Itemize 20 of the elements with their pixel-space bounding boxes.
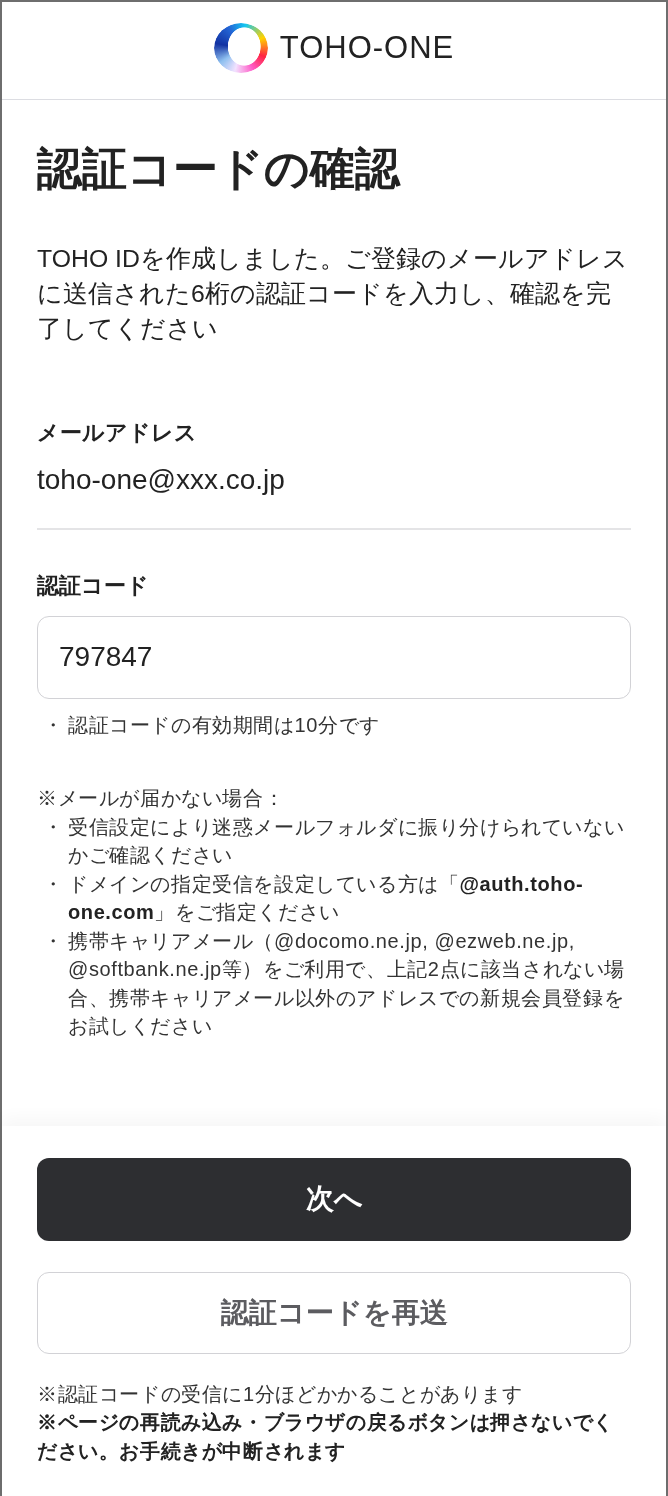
primary-button[interactable]: 次へ bbox=[37, 1157, 631, 1241]
code-input[interactable]: 797847 bbox=[37, 615, 631, 699]
help-text: 携帯キャリアメール（@docomo.ne.jp, @ezweb.ne.jp, @softbank.ne.jp等）をご利用で、上記2点に該当されない場合、携帯キャリアメール以外のアドレスでの新規会員登録をお試しください bbox=[68, 928, 626, 1040]
help-text: 受信設定により迷惑メールフォルダに振り分けられていないかご確認ください bbox=[68, 814, 626, 869]
help-heading: ※メールが届かない場合： bbox=[37, 786, 286, 812]
logo-text: TOHO-ONE bbox=[279, 29, 455, 66]
bullet-point: ・ bbox=[43, 713, 64, 739]
field-label: メールアドレス bbox=[37, 419, 198, 447]
hint-text: 認証コードの有効期間は10分です bbox=[68, 713, 381, 739]
warning-note: ※ページの再読み込み・ブラウザの戻るボタンは押さないでください。お手続きが中断されます bbox=[37, 1410, 615, 1464]
help-text: ドメインの指定受信を設定している方は「@auth.toho-one.com」をご指定ください bbox=[68, 871, 585, 926]
footer-note: ※認証コードの受信に1分ほどかかることがあります bbox=[37, 1381, 524, 1407]
bullet-point: ・ bbox=[43, 928, 64, 954]
description-text: TOHO IDを作成しました。ご登録のメールアドレスに送信された6桁の認証コードを入力し、確認を完了してください bbox=[37, 244, 628, 344]
email-text: toho-one@xxx.co.jp bbox=[37, 463, 286, 497]
page-title: 認証コードの確認 bbox=[37, 142, 402, 196]
bullet-point: ・ bbox=[43, 871, 64, 897]
bullet-point: ・ bbox=[43, 814, 64, 840]
field-label: 認証コード bbox=[37, 571, 150, 600]
secondary-button[interactable]: 認証コードを再送 bbox=[37, 1271, 631, 1354]
